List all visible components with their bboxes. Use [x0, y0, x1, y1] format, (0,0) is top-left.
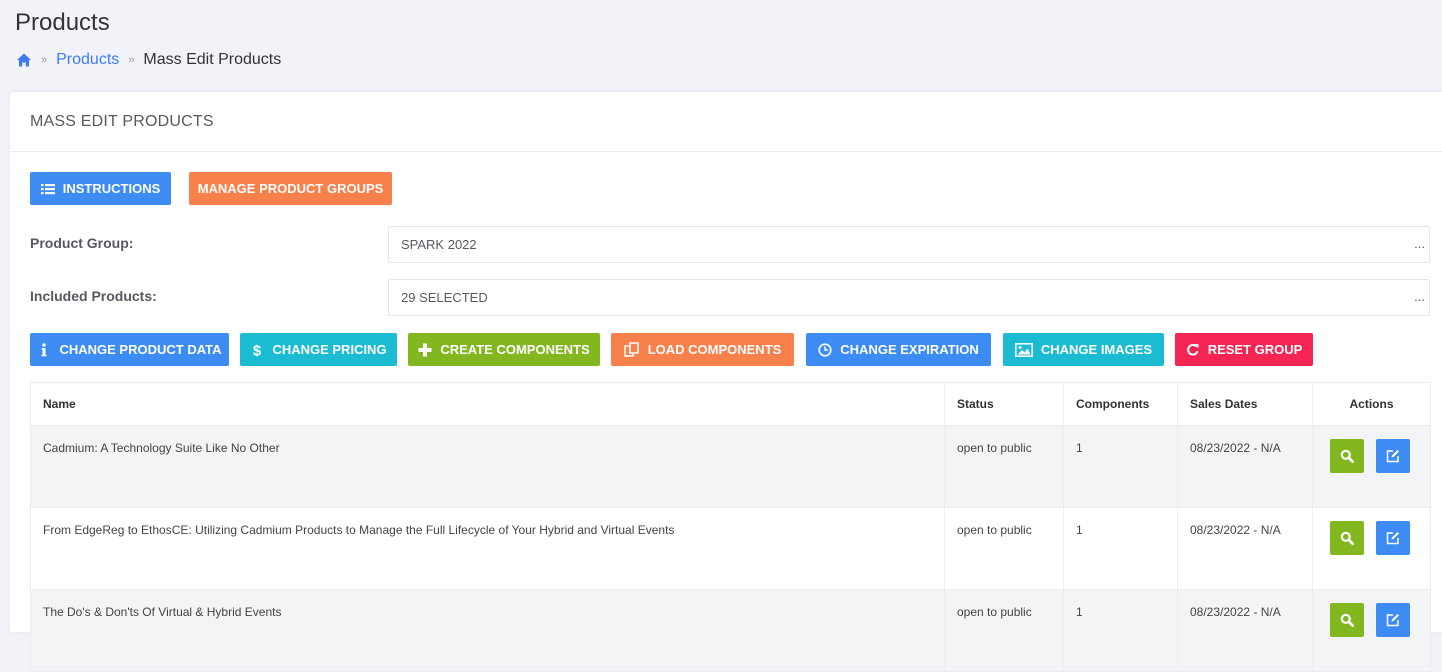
change-expiration-label: CHANGE EXPIRATION [840, 342, 979, 357]
edit-button[interactable] [1376, 603, 1410, 637]
included-products-value: 29 SELECTED [401, 290, 488, 305]
svg-text:$: $ [253, 343, 262, 357]
included-products-label: Included Products: [30, 288, 157, 304]
change-images-label: CHANGE IMAGES [1040, 342, 1153, 357]
edit-button[interactable] [1376, 439, 1410, 473]
table-header-row: Name Status Components Sales Dates Actio… [30, 382, 1431, 426]
edit-icon [1386, 450, 1399, 463]
column-header-components[interactable]: Components [1063, 382, 1178, 426]
search-icon [1340, 613, 1354, 627]
product-group-value: SPARK 2022 [401, 237, 477, 252]
instructions-label: INSTRUCTIONS [62, 181, 161, 196]
manage-product-groups-button[interactable]: MANAGE PRODUCT GROUPS [189, 172, 392, 205]
view-button[interactable] [1330, 439, 1364, 473]
product-group-select[interactable]: SPARK 2022 ... [388, 226, 1430, 263]
plus-icon [418, 343, 432, 356]
change-expiration-button[interactable]: CHANGE EXPIRATION [806, 333, 991, 366]
column-header-name[interactable]: Name [30, 382, 945, 426]
search-icon [1340, 531, 1354, 545]
load-components-label: LOAD COMPONENTS [647, 342, 782, 357]
table-row: From EdgeReg to EthosCE: Utilizing Cadmi… [30, 507, 1431, 590]
breadcrumb: » Products » Mass Edit Products [16, 51, 281, 69]
view-button[interactable] [1330, 521, 1364, 555]
dollar-icon: $ [253, 343, 262, 357]
manage-product-groups-label: MANAGE PRODUCT GROUPS [197, 181, 384, 196]
change-product-data-button[interactable]: CHANGE PRODUCT DATA [30, 333, 229, 366]
create-components-label: CREATE COMPONENTS [440, 342, 590, 357]
table-row: The Do's & Don'ts Of Virtual & Hybrid Ev… [30, 589, 1431, 672]
components-cell: 1 [1063, 589, 1178, 672]
included-products-select[interactable]: 29 SELECTED ... [388, 279, 1430, 316]
product-name-cell: The Do's & Don'ts Of Virtual & Hybrid Ev… [30, 589, 945, 672]
edit-icon [1386, 614, 1399, 627]
product-name-cell: From EdgeReg to EthosCE: Utilizing Cadmi… [30, 507, 945, 590]
sales-dates-cell: 08/23/2022 - N/A [1177, 507, 1313, 590]
instructions-button[interactable]: INSTRUCTIONS [30, 172, 171, 205]
change-pricing-button[interactable]: $ CHANGE PRICING [240, 333, 397, 366]
column-header-status[interactable]: Status [944, 382, 1064, 426]
included-products-picker-icon[interactable]: ... [1414, 289, 1425, 304]
home-icon[interactable] [16, 52, 32, 68]
product-group-label: Product Group: [30, 235, 134, 251]
column-header-actions: Actions [1312, 382, 1431, 426]
sales-dates-cell: 08/23/2022 - N/A [1177, 425, 1313, 508]
status-cell: open to public [944, 589, 1064, 672]
products-table: Name Status Components Sales Dates Actio… [30, 382, 1431, 672]
copy-icon [623, 341, 639, 357]
actions-cell [1312, 425, 1431, 508]
breadcrumb-separator: » [128, 54, 135, 66]
portlet-title: MASS EDIT PRODUCTS [30, 112, 214, 130]
components-cell: 1 [1063, 507, 1178, 590]
breadcrumb-current: Mass Edit Products [143, 51, 282, 68]
image-icon [1014, 342, 1033, 357]
product-group-picker-icon[interactable]: ... [1414, 236, 1425, 251]
view-button[interactable] [1330, 603, 1364, 637]
refresh-icon [1186, 343, 1199, 356]
reset-group-label: RESET GROUP [1207, 342, 1303, 357]
change-product-data-label: CHANGE PRODUCT DATA [59, 342, 222, 357]
info-icon [41, 342, 47, 356]
create-components-button[interactable]: CREATE COMPONENTS [408, 333, 600, 366]
table-row: Cadmium: A Technology Suite Like No Othe… [30, 425, 1431, 508]
breadcrumb-link-products[interactable]: Products [56, 51, 119, 69]
status-cell: open to public [944, 425, 1064, 508]
portlet-header: MASS EDIT PRODUCTS [10, 92, 1442, 152]
page-title: Products [15, 9, 110, 36]
reset-group-button[interactable]: RESET GROUP [1175, 333, 1313, 366]
actions-cell [1312, 589, 1431, 672]
clock-icon [818, 342, 832, 357]
search-icon [1340, 449, 1354, 463]
list-icon [40, 183, 55, 194]
status-cell: open to public [944, 507, 1064, 590]
load-components-button[interactable]: LOAD COMPONENTS [611, 333, 794, 366]
column-header-sales-dates[interactable]: Sales Dates [1177, 382, 1313, 426]
sales-dates-cell: 08/23/2022 - N/A [1177, 589, 1313, 672]
product-name-cell: Cadmium: A Technology Suite Like No Othe… [30, 425, 945, 508]
actions-cell [1312, 507, 1431, 590]
edit-button[interactable] [1376, 521, 1410, 555]
change-pricing-label: CHANGE PRICING [272, 342, 387, 357]
edit-icon [1386, 532, 1399, 545]
mass-edit-portlet: MASS EDIT PRODUCTS INSTRUCTIONS MANAGE P… [10, 92, 1442, 672]
change-images-button[interactable]: CHANGE IMAGES [1003, 333, 1164, 366]
components-cell: 1 [1063, 425, 1178, 508]
breadcrumb-separator: » [41, 54, 48, 66]
